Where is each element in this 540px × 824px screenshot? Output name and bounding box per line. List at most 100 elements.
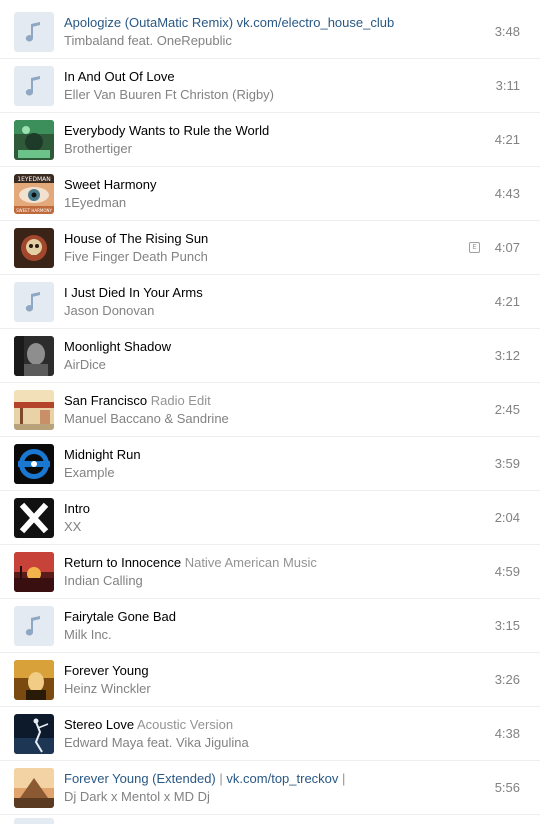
track-title-line: Apologize (OutaMatic Remix) vk.com/elect… [64,14,450,32]
x-cover-art[interactable] [14,498,54,538]
track-duration: 3:12 [494,348,520,363]
track-title: House of The Rising Sun [64,231,209,246]
track-duration: 4:38 [494,726,520,741]
track-title-line: Sweet Harmony [64,176,450,194]
track-title: I Just Died In Your Arms [64,285,203,300]
track-row[interactable]: Forever Young Heinz Winckler 3:26 [0,653,540,707]
track-duration: 4:21 [494,132,520,147]
track-title: In And Out Of Love [64,69,175,84]
svg-text:1EYEDMAN: 1EYEDMAN [17,176,50,183]
track-artist[interactable]: Example [64,464,450,482]
track-title-line: San Francisco Radio Edit [64,392,450,410]
note-icon[interactable] [14,12,54,52]
note-icon[interactable] [14,282,54,322]
gold-cover-art[interactable] [14,660,54,700]
track-artist[interactable]: Eller Van Buuren Ft Christon (Rigby) [64,86,450,104]
next-track-cover-partial [14,818,54,824]
pyramid-cover-art[interactable] [14,768,54,808]
track-title-line: House of The Rising Sun [64,230,450,248]
track-artist[interactable]: XX [64,518,450,536]
title-separator: | [219,771,223,786]
track-row[interactable]: Fairytale Gone Bad Milk Inc. 3:15 [0,599,540,653]
track-row[interactable]: Apologize (OutaMatic Remix) vk.com/elect… [0,5,540,59]
track-row[interactable]: Midnight Run Example 3:59 [0,437,540,491]
eye-cover-art[interactable]: 1EYEDMAN SWEET HARMONY [14,174,54,214]
disc-cover-art[interactable] [14,444,54,484]
track-title-line: In And Out Of Love [64,68,450,86]
dancer-cover-art[interactable] [14,714,54,754]
track-artist[interactable]: Edward Maya feat. Vika Jigulina [64,734,450,752]
track-title: Midnight Run [64,447,141,462]
track-title-extra: vk.com/top_treckov [226,771,339,786]
track-title-line: Fairytale Gone Bad [64,608,450,626]
track-title: Fairytale Gone Bad [64,609,177,624]
track-title: Apologize (OutaMatic Remix) vk.com/elect… [64,15,395,30]
track-title-line: Midnight Run [64,446,450,464]
track-artist[interactable]: Timbaland feat. OneRepublic [64,32,450,50]
explicit-badge: E [469,242,480,253]
track-artist[interactable]: Heinz Winckler [64,680,450,698]
track-artist[interactable]: Milk Inc. [64,626,450,644]
track-row[interactable]: Return to Innocence Native American Musi… [0,545,540,599]
track-row[interactable]: Moonlight Shadow AirDice 3:12 [0,329,540,383]
track-artist[interactable]: Dj Dark x Mentol x MD Dj [64,788,450,806]
track-artist[interactable]: AirDice [64,356,450,374]
track-artist[interactable]: Brothertiger [64,140,450,158]
track-duration: 3:15 [494,618,520,633]
track-artist[interactable]: Five Finger Death Punch [64,248,450,266]
skull-cover-art[interactable] [14,228,54,268]
track-subtitle: Native American Music [184,555,317,570]
track-duration: 4:59 [494,564,520,579]
track-artist[interactable]: Jason Donovan [64,302,450,320]
album-cover-art[interactable] [14,120,54,160]
track-title: Return to Innocence [64,555,182,570]
track-row[interactable]: 1EYEDMAN SWEET HARMONY Sweet Harmony 1Ey… [0,167,540,221]
track-artist[interactable]: 1Eyedman [64,194,450,212]
track-list: Apologize (OutaMatic Remix) vk.com/elect… [0,5,540,815]
sunset-cover-art[interactable] [14,552,54,592]
note-icon[interactable] [14,66,54,106]
track-row[interactable]: Intro XX 2:04 [0,491,540,545]
track-title: Forever Young [64,663,149,678]
track-duration: 3:48 [494,24,520,39]
title-separator: | [342,771,346,786]
sf-cover-art[interactable] [14,390,54,430]
track-subtitle: Radio Edit [150,393,211,408]
track-artist[interactable]: Indian Calling [64,572,450,590]
track-duration: 4:43 [494,186,520,201]
track-title-line: Everybody Wants to Rule the World [64,122,450,140]
track-duration: 3:59 [494,456,520,471]
track-title-line: Forever Young (Extended) | vk.com/top_tr… [64,770,450,788]
track-title-line: Moonlight Shadow [64,338,450,356]
track-duration: 2:45 [494,402,520,417]
track-title-line: Intro [64,500,450,518]
track-title-line: Forever Young [64,662,450,680]
track-title: Sweet Harmony [64,177,157,192]
track-title: San Francisco [64,393,148,408]
track-duration: 3:26 [494,672,520,687]
track-title: Everybody Wants to Rule the World [64,123,270,138]
track-row[interactable]: I Just Died In Your Arms Jason Donovan 4… [0,275,540,329]
portrait-cover-art[interactable] [14,336,54,376]
track-artist[interactable]: Manuel Baccano & Sandrine [64,410,450,428]
note-icon[interactable] [14,606,54,646]
track-title: Intro [64,501,91,516]
track-title: Forever Young (Extended) [64,771,216,786]
track-duration: 3:11 [495,78,520,93]
track-title-line: I Just Died In Your Arms [64,284,450,302]
track-row[interactable]: House of The Rising Sun Five Finger Deat… [0,221,540,275]
track-row[interactable]: Stereo Love Acoustic Version Edward Maya… [0,707,540,761]
track-row[interactable]: Everybody Wants to Rule the World Brothe… [0,113,540,167]
track-title: Stereo Love [64,717,135,732]
track-row[interactable]: San Francisco Radio Edit Manuel Baccano … [0,383,540,437]
track-duration: 4:21 [494,294,520,309]
track-title-line: Return to Innocence Native American Musi… [64,554,450,572]
track-duration: 4:07 [494,240,520,255]
track-duration: 5:56 [494,780,520,795]
track-duration: 2:04 [494,510,520,525]
track-row[interactable]: Forever Young (Extended) | vk.com/top_tr… [0,761,540,815]
svg-text:SWEET HARMONY: SWEET HARMONY [16,208,52,213]
track-title: Moonlight Shadow [64,339,171,354]
track-row[interactable]: In And Out Of Love Eller Van Buuren Ft C… [0,59,540,113]
track-subtitle: Acoustic Version [137,717,234,732]
